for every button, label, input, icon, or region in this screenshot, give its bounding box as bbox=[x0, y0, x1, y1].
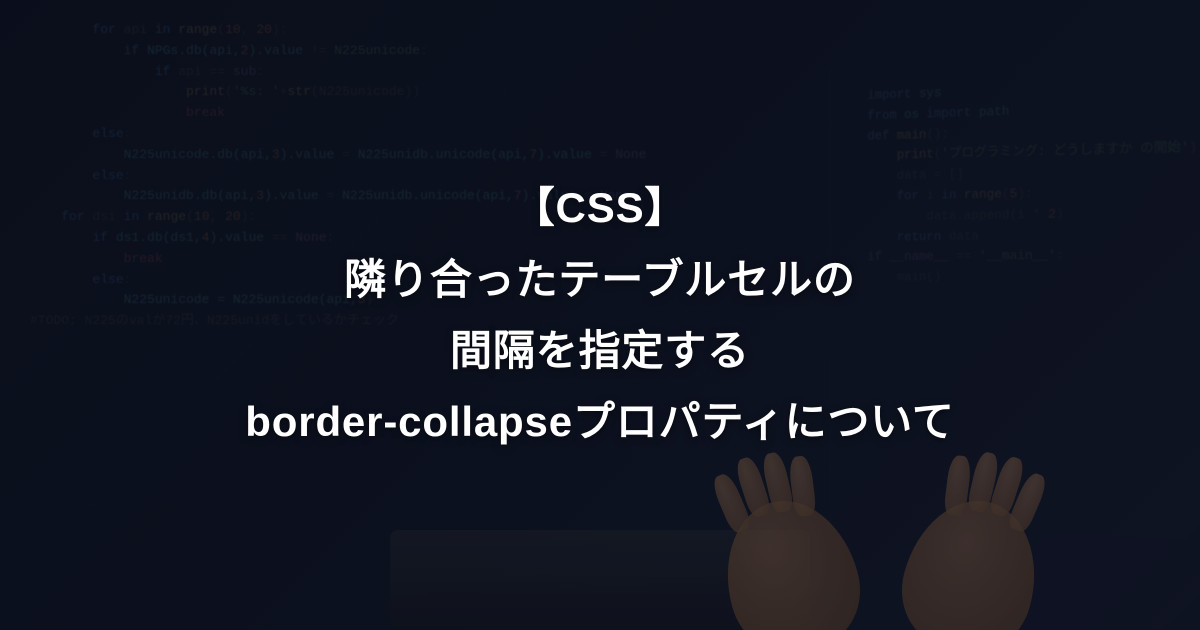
title-container: 【CSS】 隣り合ったテーブルセルの 間隔を指定する border-collap… bbox=[0, 0, 1200, 630]
title-line-3: 間隔を指定する bbox=[450, 315, 750, 386]
title-line-1: 【CSS】 bbox=[513, 172, 688, 243]
title-line-4: border-collapseプロパティについて bbox=[245, 386, 954, 457]
title-line-2: 隣り合ったテーブルセルの bbox=[344, 244, 856, 315]
